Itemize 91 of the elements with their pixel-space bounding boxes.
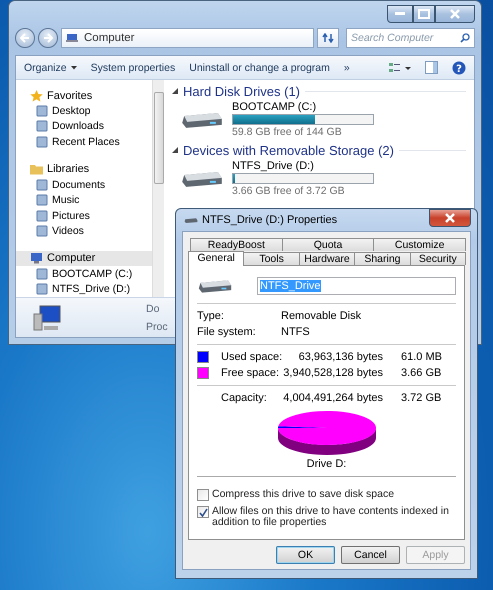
- collapse-icon[interactable]: [172, 147, 178, 153]
- tab[interactable]: ReadyBoost: [190, 238, 283, 251]
- nav-item[interactable]: Desktop: [16, 103, 152, 119]
- item-icon: [36, 194, 48, 206]
- item-icon: [36, 178, 48, 191]
- drive-name[interactable]: BOOTCAMP (C:): [232, 101, 374, 113]
- refresh-button[interactable]: [317, 28, 339, 48]
- field-value: NTFS: [281, 326, 311, 338]
- minimize-icon: [395, 12, 405, 16]
- nav-item[interactable]: Documents: [16, 177, 152, 192]
- drive-name[interactable]: NTFS_Drive (D:): [232, 160, 374, 172]
- more-button[interactable]: »: [344, 62, 350, 74]
- checkbox[interactable]: [197, 506, 209, 518]
- back-button[interactable]: [15, 28, 35, 48]
- computer-icon: [66, 33, 78, 43]
- computer-icon: [32, 304, 62, 332]
- address-bar[interactable]: Computer: [61, 28, 314, 48]
- tab[interactable]: General: [188, 251, 244, 266]
- field-value: 3,940,528,128 bytes: [282, 367, 383, 379]
- tab[interactable]: Hardware: [298, 252, 356, 265]
- field-label: File system:: [197, 326, 257, 338]
- nav-item[interactable]: Libraries: [16, 162, 152, 178]
- item-icon: [36, 224, 48, 237]
- left-arrow-icon: [20, 33, 30, 43]
- dialog-button[interactable]: Cancel: [341, 546, 400, 564]
- toolbar-button[interactable]: Organize: [24, 62, 77, 74]
- minimize-button[interactable]: [387, 5, 413, 23]
- tab[interactable]: Customize: [373, 238, 466, 251]
- nav-item[interactable]: Downloads: [16, 118, 152, 134]
- tab[interactable]: Security: [410, 252, 466, 265]
- checkbox[interactable]: [197, 489, 209, 501]
- item-icon: [36, 120, 48, 132]
- toolbar-button[interactable]: System properties: [90, 62, 176, 74]
- nav-item[interactable]: Favorites: [16, 88, 152, 104]
- field-label: Capacity:: [221, 392, 268, 404]
- help-icon[interactable]: ?: [452, 60, 466, 74]
- right-arrow-icon: [43, 33, 53, 43]
- forward-button[interactable]: [38, 28, 58, 48]
- collapse-icon[interactable]: [172, 88, 178, 94]
- close-button[interactable]: [429, 209, 471, 227]
- free-space-text: 3.66 GB free of 3.72 GB: [232, 185, 346, 197]
- field-value: 63,963,136 bytes: [298, 351, 383, 363]
- field-value: Removable Disk: [281, 310, 362, 322]
- close-icon: [445, 213, 455, 223]
- item-icon: [36, 136, 48, 148]
- tab[interactable]: Sharing: [354, 252, 411, 265]
- item-icon: [36, 105, 48, 118]
- section-heading: Hard Disk Drives (1): [183, 84, 300, 98]
- close-button[interactable]: [435, 5, 475, 23]
- tab[interactable]: Quota: [282, 238, 374, 251]
- tab[interactable]: Tools: [243, 252, 300, 265]
- folder-icon: [30, 163, 43, 176]
- view-icon[interactable]: [389, 62, 411, 74]
- star-icon: [30, 90, 43, 102]
- preview-pane-icon[interactable]: [425, 61, 438, 74]
- nav-item[interactable]: Recent Places: [16, 134, 152, 150]
- field-label: Free space:: [221, 367, 280, 379]
- dialog-title: NTFS_Drive (D:) Properties: [202, 214, 338, 226]
- toolbar-button[interactable]: Uninstall or change a program: [189, 62, 330, 74]
- field-label: Type:: [197, 310, 225, 322]
- nav-item[interactable]: Pictures: [16, 208, 152, 224]
- dialog-button[interactable]: OK: [276, 546, 335, 564]
- nav-item[interactable]: Music: [16, 192, 152, 208]
- drive-icon: [184, 216, 198, 224]
- item-icon: [36, 283, 48, 296]
- scrollbar[interactable]: [152, 80, 164, 297]
- monitor-icon: [30, 252, 43, 264]
- field-value: 61.0 MB: [400, 351, 443, 363]
- nav-item[interactable]: Computer: [16, 250, 152, 266]
- maximize-icon: [418, 9, 430, 19]
- checkbox-label[interactable]: Allow files on this drive to have contents indexed in addition to file properties: [212, 506, 456, 528]
- maximize-button[interactable]: [413, 5, 435, 23]
- arrows-icon: [322, 33, 334, 43]
- details-text: Do: [146, 302, 160, 314]
- field-value: 3.72 GB: [400, 392, 442, 404]
- nav-item[interactable]: Videos: [16, 223, 152, 239]
- field-value: 4,004,491,264 bytes: [282, 392, 383, 404]
- item-icon: [36, 268, 48, 280]
- item-icon: [36, 210, 48, 222]
- pie-caption: Drive D:: [306, 458, 346, 470]
- field-value: 3.66 GB: [400, 367, 442, 379]
- nav-item[interactable]: NTFS_Drive (D:): [16, 282, 152, 297]
- drive-icon: [197, 278, 233, 294]
- free-space-text: 59.8 GB free of 144 GB: [232, 126, 343, 138]
- section-heading: Devices with Removable Storage (2): [183, 142, 394, 158]
- field-label: Used space:: [221, 351, 281, 363]
- details-text: Proc: [146, 320, 168, 332]
- nav-item[interactable]: BOOTCAMP (C:): [16, 266, 152, 282]
- close-icon: [450, 9, 460, 19]
- checkbox-label[interactable]: Compress this drive to save disk space: [212, 489, 394, 500]
- search-icon: [460, 33, 470, 43]
